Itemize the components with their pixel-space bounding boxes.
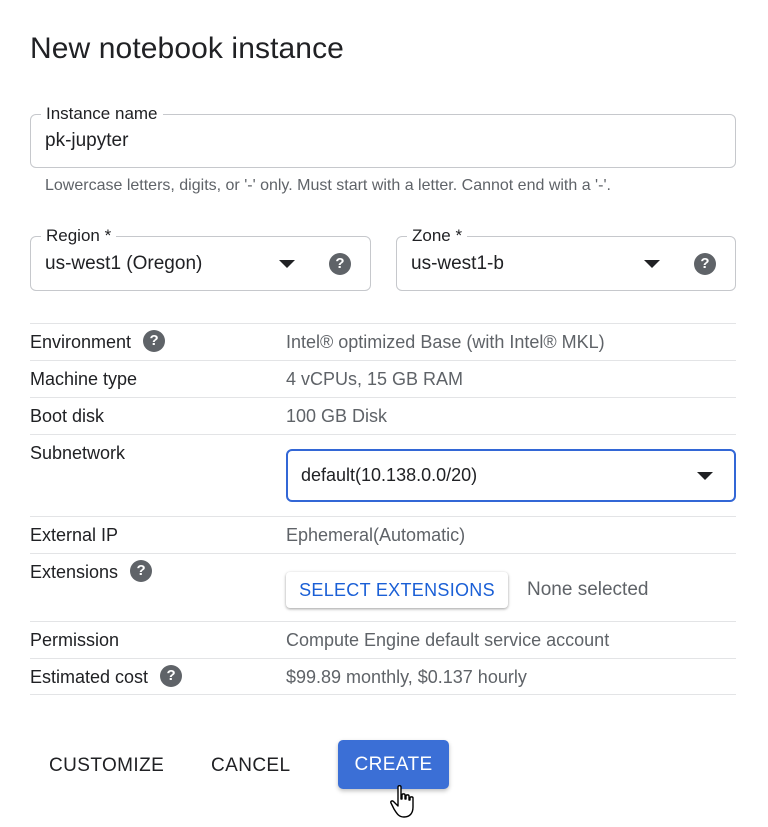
region-select[interactable]: Region * us-west1 (Oregon) ? bbox=[30, 225, 371, 291]
zone-select[interactable]: Zone * us-west1-b ? bbox=[396, 225, 736, 291]
help-circle-icon[interactable]: ? bbox=[130, 560, 153, 583]
customize-button[interactable]: CUSTOMIZE bbox=[49, 755, 164, 777]
instance-name-input[interactable]: pk-jupyter bbox=[45, 130, 128, 152]
machine-type-label: Machine type bbox=[30, 369, 138, 389]
region-label: Region * bbox=[41, 225, 117, 247]
row-machine-type: Machine type 4 vCPUs, 15 GB RAM bbox=[30, 360, 736, 397]
boot-disk-label: Boot disk bbox=[30, 406, 105, 426]
extensions-status: None selected bbox=[527, 579, 649, 600]
instance-name-field[interactable]: Instance name pk-jupyter bbox=[30, 103, 736, 168]
row-external-ip: External IP Ephemeral(Automatic) bbox=[30, 516, 736, 553]
dialog-title: New notebook instance bbox=[30, 32, 344, 65]
zone-label: Zone * bbox=[407, 225, 468, 247]
subnetwork-label: Subnetwork bbox=[30, 443, 126, 463]
environment-value: Intel® optimized Base (with Intel® MKL) bbox=[286, 332, 605, 352]
row-boot-disk: Boot disk 100 GB Disk bbox=[30, 397, 736, 434]
external-ip-value: Ephemeral(Automatic) bbox=[286, 525, 466, 545]
caret-down-icon[interactable] bbox=[279, 260, 295, 268]
machine-type-value: 4 vCPUs, 15 GB RAM bbox=[286, 369, 464, 389]
cancel-button[interactable]: CANCEL bbox=[211, 755, 290, 777]
external-ip-label: External IP bbox=[30, 525, 119, 545]
instance-name-hint: Lowercase letters, digits, or '-' only. … bbox=[45, 177, 611, 194]
row-extensions: Extensions? SELECT EXTENSIONS None selec… bbox=[30, 553, 736, 621]
estimated-cost-value: $99.89 monthly, $0.137 hourly bbox=[286, 667, 527, 687]
row-permission: Permission Compute Engine default servic… bbox=[30, 621, 736, 658]
help-circle-icon[interactable]: ? bbox=[694, 253, 716, 275]
hand-pointer-icon bbox=[390, 785, 414, 818]
extensions-label: Extensions? bbox=[30, 560, 153, 584]
help-circle-icon[interactable]: ? bbox=[160, 665, 183, 688]
details-table: Environment? Intel® optimized Base (with… bbox=[30, 323, 736, 695]
subnetwork-select[interactable]: default(10.138.0.0/20) bbox=[286, 449, 736, 502]
select-extensions-button[interactable]: SELECT EXTENSIONS bbox=[286, 572, 508, 608]
row-estimated-cost: Estimated cost? $99.89 monthly, $0.137 h… bbox=[30, 658, 736, 695]
boot-disk-value: 100 GB Disk bbox=[286, 406, 388, 426]
row-environment: Environment? Intel® optimized Base (with… bbox=[30, 323, 736, 360]
estimated-cost-label: Estimated cost? bbox=[30, 665, 183, 689]
permission-value: Compute Engine default service account bbox=[286, 630, 610, 650]
help-circle-icon[interactable]: ? bbox=[143, 330, 166, 353]
create-button[interactable]: CREATE bbox=[338, 740, 449, 789]
caret-down-icon[interactable] bbox=[697, 472, 713, 480]
instance-name-label: Instance name bbox=[41, 103, 163, 125]
help-circle-icon[interactable]: ? bbox=[329, 253, 351, 275]
caret-down-icon[interactable] bbox=[644, 260, 660, 268]
permission-label: Permission bbox=[30, 630, 120, 650]
zone-value[interactable]: us-west1-b bbox=[411, 253, 504, 275]
region-value[interactable]: us-west1 (Oregon) bbox=[45, 253, 202, 275]
subnetwork-value[interactable]: default(10.138.0.0/20) bbox=[301, 465, 477, 486]
environment-label: Environment? bbox=[30, 330, 166, 354]
row-subnetwork: Subnetwork default(10.138.0.0/20) bbox=[30, 434, 736, 516]
